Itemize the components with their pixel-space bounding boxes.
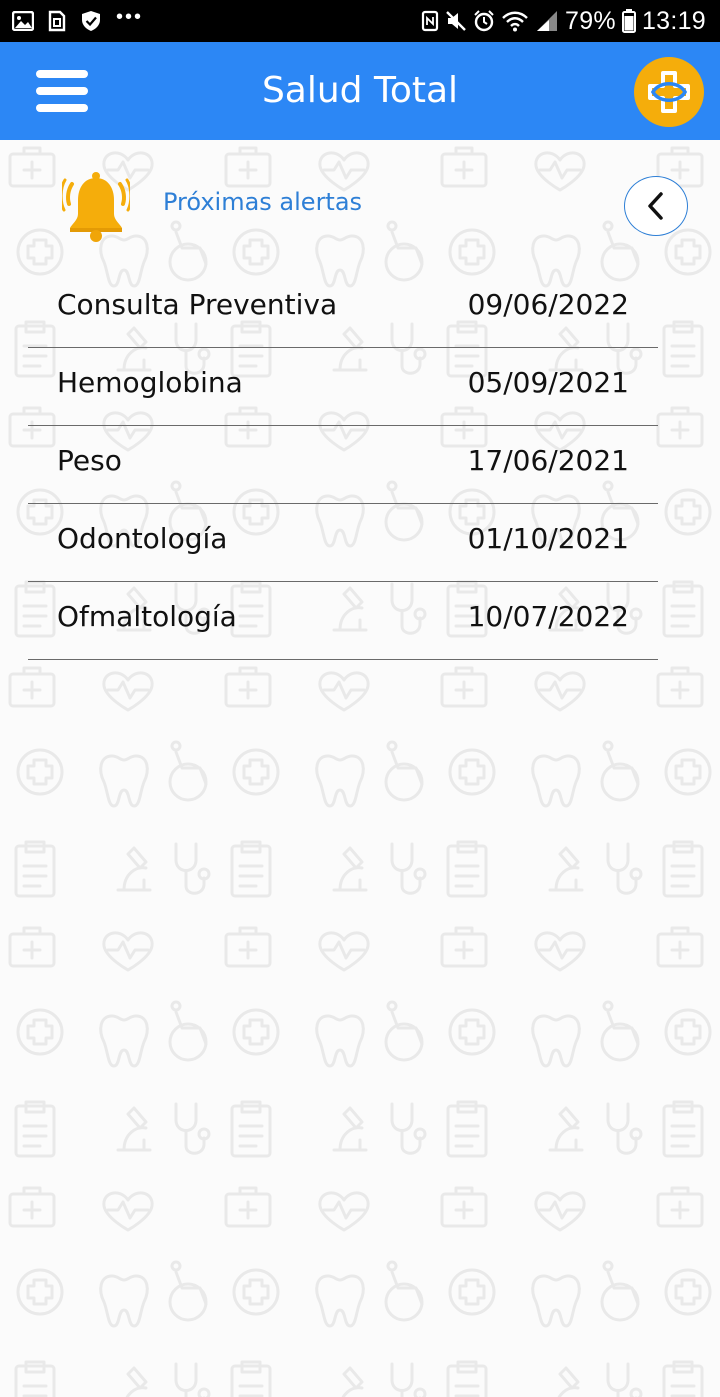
alert-name: Peso bbox=[57, 444, 122, 477]
signal-icon bbox=[537, 11, 557, 31]
alert-date: 01/10/2021 bbox=[467, 522, 629, 555]
more-dots-icon: ••• bbox=[116, 5, 144, 28]
alerts-list: Consulta Preventiva 09/06/2022 Hemoglobi… bbox=[28, 270, 658, 660]
nfc-icon bbox=[421, 10, 439, 32]
back-button[interactable] bbox=[624, 176, 688, 236]
gallery-icon bbox=[12, 11, 34, 31]
health-cross-logo-icon[interactable] bbox=[634, 57, 704, 127]
list-item[interactable]: Hemoglobina 05/09/2021 bbox=[28, 348, 658, 426]
alert-name: Consulta Preventiva bbox=[57, 288, 338, 321]
health-cross-glyph bbox=[648, 71, 690, 113]
clock: 13:19 bbox=[641, 6, 706, 35]
battery-level: 79% bbox=[565, 6, 616, 35]
list-item[interactable]: Odontología 01/10/2021 bbox=[28, 504, 658, 582]
list-item[interactable]: Peso 17/06/2021 bbox=[28, 426, 658, 504]
status-bar-right: 79% 13:19 bbox=[421, 6, 706, 36]
app-title: Salud Total bbox=[261, 70, 459, 111]
menu-line bbox=[36, 104, 88, 112]
alert-date: 09/06/2022 bbox=[467, 288, 629, 321]
alert-date: 10/07/2022 bbox=[467, 600, 629, 633]
chevron-left-icon bbox=[648, 192, 663, 220]
bell-ringing-icon bbox=[62, 172, 130, 242]
alert-name: Ofmaltología bbox=[57, 600, 237, 633]
hamburger-menu-icon[interactable] bbox=[36, 70, 88, 112]
menu-line bbox=[36, 70, 88, 78]
status-bar-left: ••• bbox=[12, 5, 144, 33]
alert-name: Hemoglobina bbox=[57, 366, 243, 399]
app-header: Salud Total bbox=[0, 42, 720, 140]
list-item[interactable]: Ofmaltología 10/07/2022 bbox=[28, 582, 658, 660]
alerts-title: Próximas alertas bbox=[163, 188, 363, 216]
wifi-icon bbox=[502, 11, 528, 32]
list-item[interactable]: Consulta Preventiva 09/06/2022 bbox=[28, 270, 658, 348]
menu-line bbox=[36, 87, 88, 95]
alert-name: Odontología bbox=[57, 522, 228, 555]
sim-icon bbox=[48, 10, 66, 32]
alert-date: 05/09/2021 bbox=[467, 366, 629, 399]
alerts-section-header: Próximas alertas bbox=[0, 160, 720, 252]
status-bar: ••• 79% 13:19 bbox=[0, 0, 720, 42]
mute-icon bbox=[446, 11, 466, 31]
alert-date: 17/06/2021 bbox=[467, 444, 629, 477]
alarm-icon bbox=[474, 10, 494, 32]
battery-icon bbox=[621, 9, 636, 33]
shield-icon bbox=[82, 11, 100, 31]
